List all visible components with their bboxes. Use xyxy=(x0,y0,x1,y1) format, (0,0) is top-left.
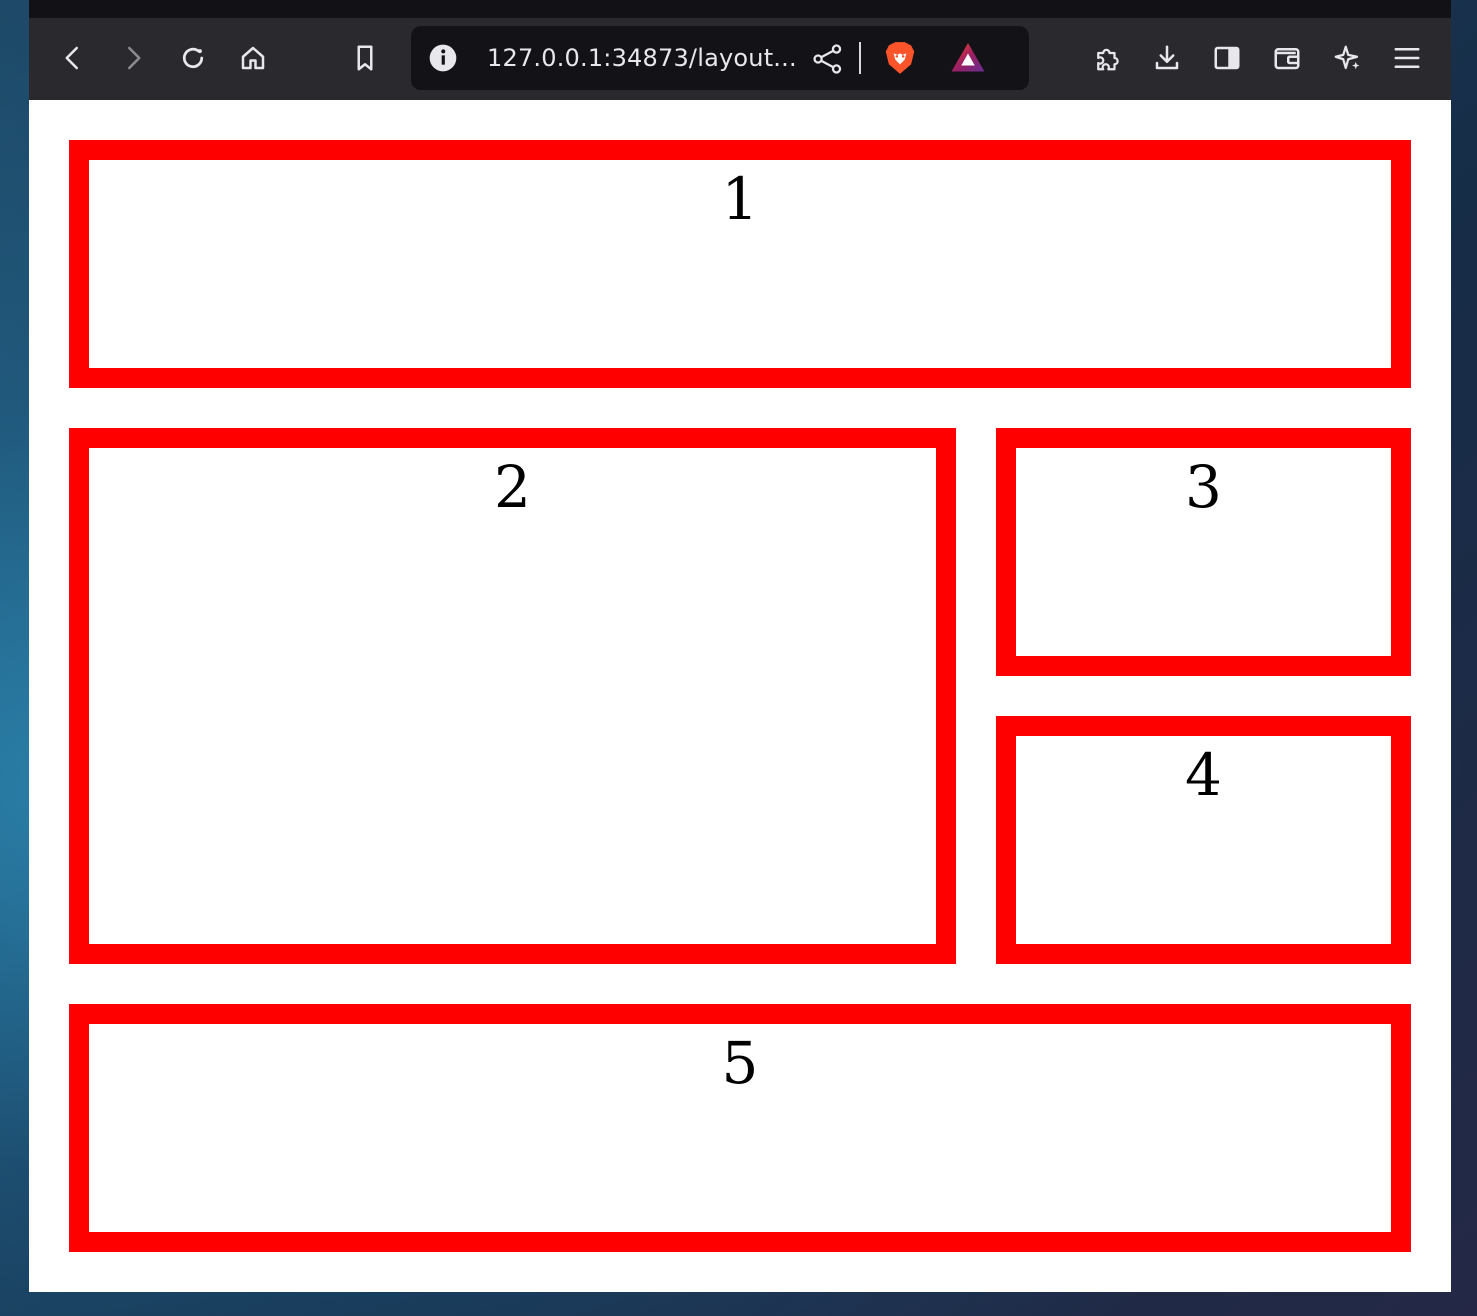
layout-box-1: 1 xyxy=(69,140,1411,388)
wallet-icon[interactable] xyxy=(1267,38,1307,78)
chevron-right-icon[interactable] xyxy=(113,38,153,78)
window-top-strip xyxy=(29,0,1451,18)
box-label: 4 xyxy=(1185,741,1222,809)
chevron-left-icon[interactable] xyxy=(53,38,93,78)
hamburger-menu-icon[interactable] xyxy=(1387,38,1427,78)
info-icon[interactable] xyxy=(427,42,459,74)
page-content: 1 2 3 4 5 xyxy=(29,100,1451,1292)
home-icon[interactable] xyxy=(233,38,273,78)
sparkle-icon[interactable] xyxy=(1327,38,1367,78)
address-bar[interactable]: 127.0.0.1:34873/layout... xyxy=(411,26,1029,90)
layout-box-3: 3 xyxy=(996,428,1411,676)
layout-box-2: 2 xyxy=(69,428,956,964)
layout-box-5: 5 xyxy=(69,1004,1411,1252)
reload-icon[interactable] xyxy=(173,38,213,78)
box-label: 5 xyxy=(721,1029,759,1097)
box-label: 3 xyxy=(1185,453,1222,521)
url-separator xyxy=(859,42,861,74)
layout-box-4: 4 xyxy=(996,716,1411,964)
share-icon[interactable] xyxy=(811,42,845,76)
bat-triangle-icon[interactable] xyxy=(949,40,987,76)
brave-lion-icon[interactable] xyxy=(881,39,919,77)
url-text[interactable]: 127.0.0.1:34873/layout... xyxy=(487,44,797,72)
browser-window: 127.0.0.1:34873/layout... 1 2 3 4 5 xyxy=(29,0,1451,1292)
bookmark-icon[interactable] xyxy=(345,38,385,78)
box-label: 1 xyxy=(721,165,759,233)
sidebar-icon[interactable] xyxy=(1207,38,1247,78)
box-label: 2 xyxy=(494,453,531,521)
puzzle-icon[interactable] xyxy=(1087,38,1127,78)
download-icon[interactable] xyxy=(1147,38,1187,78)
browser-toolbar: 127.0.0.1:34873/layout... xyxy=(29,18,1451,100)
